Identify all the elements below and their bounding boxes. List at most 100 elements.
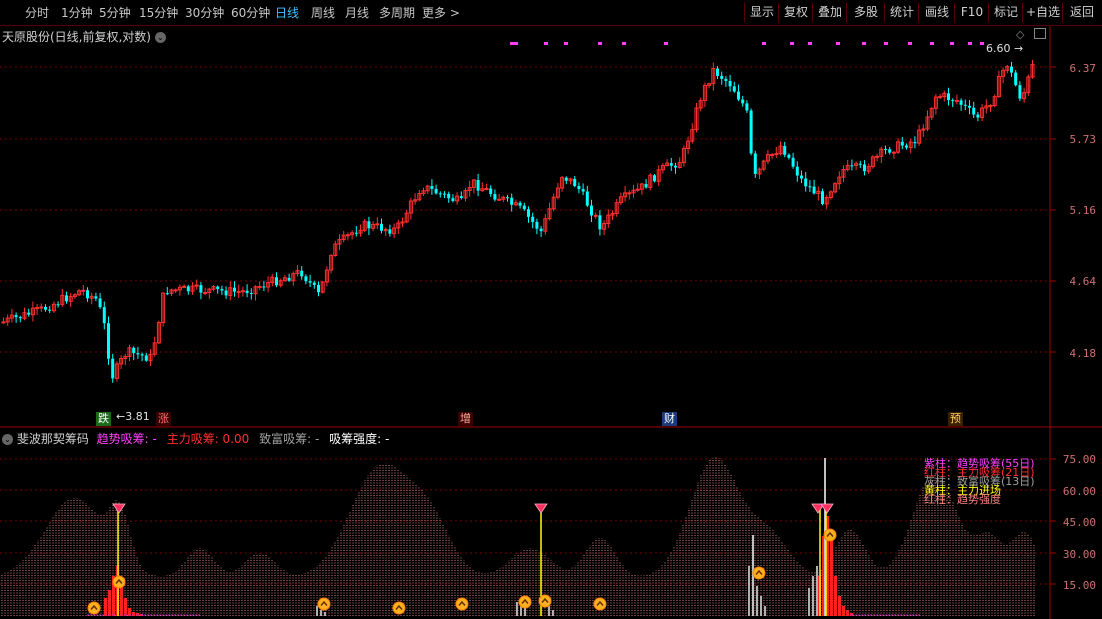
candle-body [447,193,451,199]
candle-body [627,192,632,195]
chevron-down-icon[interactable]: ⌄ [2,434,13,445]
candle-body [476,180,480,191]
period-1min[interactable]: 1分钟 [61,0,93,25]
coin-icon [752,566,766,580]
stats-button[interactable]: 统计 [884,3,919,22]
coin-icon [87,601,101,615]
chevron-down-icon[interactable]: ⌄ [154,32,166,43]
event-marker-forecast[interactable]: 预 [948,412,963,426]
candle-body [111,358,115,379]
back-button[interactable]: 返回 [1062,3,1101,22]
candle-body [753,153,757,174]
draw-line-button[interactable]: 画线 [918,3,955,22]
candle-body [593,214,598,217]
coin-icon [455,597,469,611]
main-bar [108,590,111,616]
candle-body [972,107,976,115]
candle-body [388,229,392,234]
candle-body [988,105,993,108]
candle-body [308,281,312,283]
display-button[interactable]: 显示 [744,3,779,22]
signal-marker [808,42,812,45]
candle-body [947,93,950,101]
price-axis-label: 4.18 [1069,347,1097,360]
overlay-button[interactable]: 叠加 [812,3,847,22]
candle-body [233,287,236,292]
candle-body [345,234,350,237]
period-30min[interactable]: 30分钟 [185,0,224,25]
event-marker-finance[interactable]: 财 [662,412,677,426]
stock-title-text: 天原股份(日线,前复权,对数) [2,30,151,44]
arrow-right-icon: → [1014,42,1024,55]
indicator-wealth-field: 致富吸筹: - [259,432,320,446]
candle-body [199,285,203,293]
wealth-bar [316,606,318,616]
coin-icon [593,597,607,611]
adjust-button[interactable]: 复权 [778,3,813,22]
candle-body [173,289,178,292]
candle-body [531,216,535,222]
candle-body [81,289,86,292]
candle-body [140,354,144,356]
coin-icon [823,528,837,542]
mark-button[interactable]: 标记 [988,3,1023,22]
main-bar [834,576,837,616]
candle-body [741,99,745,104]
candle-body [518,202,522,206]
window-toggle-icon[interactable] [1034,28,1046,39]
candle-body [728,80,732,87]
price-axis-label: 5.16 [1069,204,1097,217]
coin-icon [392,601,406,615]
candle-body [380,223,383,231]
candle-body [375,223,380,226]
candle-body [249,293,253,295]
candle-body [863,164,866,172]
period-more[interactable]: 更多 > [422,0,460,25]
candle-body [527,209,530,217]
candle-body [959,100,963,105]
candle-body [808,186,812,188]
event-marker-down[interactable]: 跌 [96,412,111,426]
wealth-bar [548,606,550,616]
candlesticks[interactable] [1,59,1035,383]
candle-body [459,196,463,198]
wealth-bar [816,566,818,616]
f10-button[interactable]: F10 [954,3,989,22]
period-monthly[interactable]: 月线 [345,0,369,25]
candle-body [770,154,775,157]
event-marker-increase[interactable]: 增 [458,412,473,426]
add-watchlist-button[interactable]: +自选 [1022,3,1063,22]
candle-body [787,154,791,158]
period-daily[interactable]: 日线 [275,0,299,25]
candle-body [56,304,60,306]
indicator-bars[interactable] [1,457,1035,616]
stock-title: 天原股份(日线,前复权,对数) ⌄ [2,28,166,45]
price-axis-label: 5.73 [1069,133,1097,146]
candle-body [182,285,187,288]
wealth-bar [320,610,322,616]
candle-body [367,221,371,229]
multi-stock-button[interactable]: 多股 [846,3,885,22]
candle-body [635,188,640,191]
main-bar [124,598,127,616]
candle-body [564,177,568,181]
period-15min[interactable]: 15分钟 [139,0,178,25]
candle-body [737,91,740,100]
period-weekly[interactable]: 周线 [311,0,335,25]
signal-marker [664,42,668,45]
indicator-axis-label: 60.00 [1062,485,1096,498]
signal-marker [884,42,888,45]
candle-body [136,353,140,355]
period-timeshare[interactable]: 分时 [25,0,49,25]
signal-marker [862,42,866,45]
period-60min[interactable]: 60分钟 [231,0,270,25]
period-multi[interactable]: 多周期 [379,0,415,25]
event-marker-up[interactable]: 涨 [156,412,171,426]
period-5min[interactable]: 5分钟 [99,0,131,25]
candle-body [506,197,509,199]
chart-canvas[interactable] [0,0,1102,619]
wealth-bar [808,588,810,616]
diamond-icon[interactable]: ◇ [1016,28,1024,41]
candle-body [581,189,585,192]
candle-body [539,228,543,232]
